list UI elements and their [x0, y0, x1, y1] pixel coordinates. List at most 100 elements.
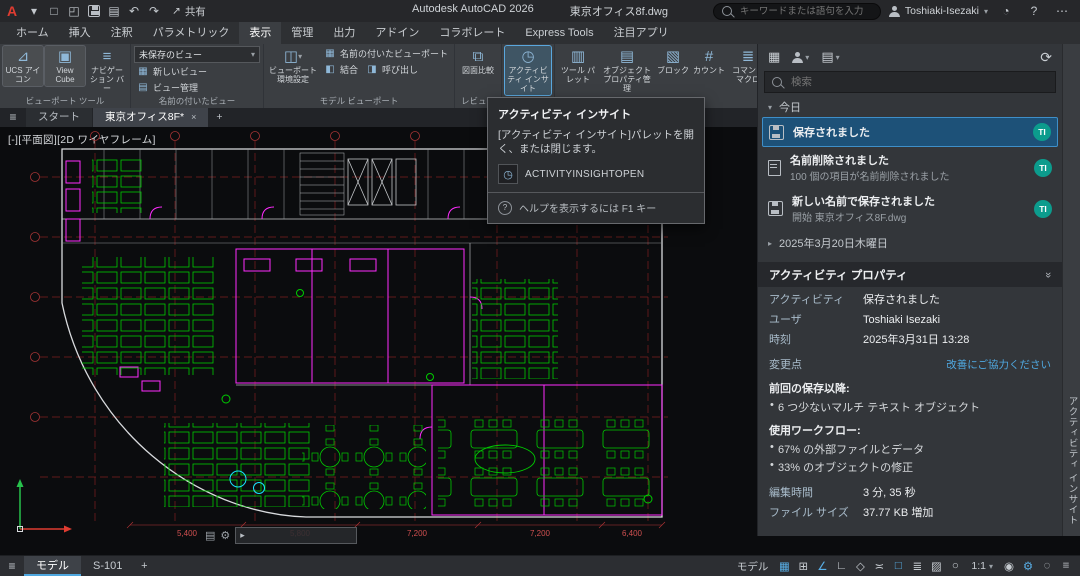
named-viewports-button[interactable]: ▦ 名前の付いたビューポート: [321, 46, 451, 61]
view-combo[interactable]: 未保存のビュー ▾: [134, 46, 260, 63]
svg-text:6,400: 6,400: [622, 529, 643, 538]
navigation-bar-button[interactable]: ≡ ナビゲーション バー: [87, 46, 127, 95]
isometric-drafting-icon[interactable]: ◇: [851, 556, 869, 576]
file-tab-document[interactable]: 東京オフィス8F* ×: [93, 108, 208, 127]
autocad-logo-icon[interactable]: A: [0, 0, 24, 22]
transparency-icon[interactable]: ▨: [927, 556, 945, 576]
object-snap-icon[interactable]: □: [889, 556, 907, 576]
blocks-palette-button[interactable]: ▧ ブロック: [656, 46, 690, 77]
activity-search-box[interactable]: [764, 71, 1056, 93]
restore-viewports-button[interactable]: ◨ 呼び出し: [363, 62, 421, 77]
isolate-objects-icon[interactable]: ◌: [1038, 556, 1056, 576]
tab-annotate[interactable]: 注釈: [101, 22, 143, 44]
annotation-scale-control[interactable]: 1:1 ▾: [965, 560, 999, 572]
activity-item-purged[interactable]: 名前削除されました 100 個の項目が名前削除されました TI: [758, 147, 1062, 188]
prop-user: ユーザ Toshiaki Isezaki: [758, 307, 1062, 327]
save-icon[interactable]: [84, 0, 104, 22]
redo-icon[interactable]: ↷: [144, 0, 164, 22]
panel-label-model-viewports[interactable]: モデル ビューポート: [267, 95, 451, 108]
drawing-compare-button[interactable]: ⧉ 図面比較: [458, 46, 498, 77]
command-customize-icon[interactable]: ▤: [205, 529, 215, 542]
plot-icon[interactable]: ▤: [104, 0, 124, 22]
undo-icon[interactable]: ↶: [124, 0, 144, 22]
new-drawing-tab-button[interactable]: +: [209, 108, 229, 127]
annotation-visibility-icon[interactable]: ◉: [1000, 556, 1018, 576]
tab-home[interactable]: ホーム: [6, 22, 59, 44]
model-space-indicator[interactable]: モデル: [731, 559, 775, 574]
named-viewports-icon: ▦: [324, 48, 336, 59]
tab-featured-apps[interactable]: 注目アプリ: [604, 22, 679, 44]
user-account-menu[interactable]: Toshiaki-Isezaki ▾: [889, 5, 988, 17]
viewport-configuration-button[interactable]: ◫▾ ビューポート環境設定: [267, 46, 319, 86]
customize-icon[interactable]: ≡: [1057, 556, 1075, 576]
new-file-icon[interactable]: □: [44, 0, 64, 22]
collapse-chevron-icon[interactable]: »: [1042, 271, 1054, 277]
object-snap-tracking-icon[interactable]: ≍: [870, 556, 888, 576]
polar-tracking-icon[interactable]: ∠: [813, 556, 831, 576]
workspace-switching-icon[interactable]: ⚙: [1019, 556, 1037, 576]
tab-view[interactable]: 表示: [239, 22, 281, 44]
group-date-collapsed[interactable]: ▸ 2025年3月20日木曜日: [758, 229, 1062, 257]
ucs-axes-icon: ⊿: [17, 47, 30, 67]
palette-title-strip[interactable]: アクティビティ インサイト: [1062, 44, 1080, 536]
help-search-input[interactable]: [738, 5, 874, 18]
viewcube-button[interactable]: ▣ View Cube: [45, 46, 85, 86]
activity-properties-header[interactable]: アクティビティ プロパティ »: [758, 262, 1062, 287]
tab-output[interactable]: 出力: [323, 22, 365, 44]
app-menu-caret-icon[interactable]: ▾: [24, 0, 44, 22]
help-search-box[interactable]: [713, 3, 881, 20]
group-today[interactable]: ▾ 今日: [758, 97, 1062, 117]
tab-manage[interactable]: 管理: [281, 22, 323, 44]
command-input-box[interactable]: ▸: [235, 527, 357, 544]
user-filter-icon[interactable]: ▾: [792, 52, 809, 63]
new-layout-button[interactable]: +: [134, 560, 154, 572]
palette-vertical-title: アクティビティ インサイト: [1065, 396, 1079, 526]
new-view-button[interactable]: ▦ 新しいビュー: [134, 64, 260, 79]
activity-item-saved[interactable]: 保存されました TI: [763, 118, 1057, 146]
share-button[interactable]: ↗ 共有: [164, 4, 214, 19]
tab-addins[interactable]: アドイン: [365, 22, 429, 44]
file-tab-start[interactable]: スタート: [26, 108, 92, 127]
panel-label-viewport-tools[interactable]: ビューポート ツール: [3, 95, 127, 108]
join-viewports-button[interactable]: ◧ 結合: [321, 62, 361, 77]
tab-express-tools[interactable]: Express Tools: [515, 22, 603, 44]
file-tabs-menu-icon[interactable]: ≡: [0, 108, 26, 127]
open-file-icon[interactable]: ◰: [64, 0, 84, 22]
close-icon[interactable]: ×: [191, 108, 196, 127]
grid-display-icon[interactable]: ▦: [775, 556, 793, 576]
layout-tab-model[interactable]: モデル: [24, 556, 81, 576]
window-options-icon[interactable]: ⋯: [1052, 0, 1072, 22]
selection-cycling-icon[interactable]: ○: [946, 556, 964, 576]
activity-insight-button[interactable]: ◷ アクティビティ インサイト: [505, 46, 551, 95]
list-view-icon[interactable]: ▤▾: [821, 49, 839, 65]
layout-tab-s101[interactable]: S-101: [81, 556, 134, 576]
tool-palettes-button[interactable]: ▥ ツール パレット: [558, 46, 598, 86]
svg-text:5,400: 5,400: [177, 529, 198, 538]
command-line[interactable]: ▤ ⚙ ▸: [205, 527, 357, 544]
help-icon: ?: [498, 201, 512, 215]
command-input[interactable]: [248, 529, 384, 542]
help-icon[interactable]: ?: [1024, 0, 1044, 22]
layout-menu-icon[interactable]: ≡: [0, 559, 24, 573]
activity-item-saveas[interactable]: 新しい名前で保存されました 開始 東京オフィス8F.dwg TI: [758, 188, 1062, 229]
view-manager-icon: ▤: [137, 82, 149, 93]
count-palette-button[interactable]: # カウント: [692, 46, 726, 77]
tab-insert[interactable]: 挿入: [59, 22, 101, 44]
feedback-link[interactable]: 改善にご協力ください: [946, 357, 1051, 372]
command-wrench-icon[interactable]: ⚙: [220, 529, 230, 542]
activity-table-icon[interactable]: ▦: [768, 49, 780, 65]
title-bar: A ▾ □ ◰ ▤ ↶ ↷ ↗ 共有 Autodesk AutoCAD 2026…: [0, 0, 1080, 22]
ortho-mode-icon[interactable]: ∟: [832, 556, 850, 576]
activity-search-input[interactable]: [789, 75, 1048, 89]
properties-palette-button[interactable]: ▤ オブジェクト プロパティ管理: [600, 46, 654, 95]
ucs-icon-button[interactable]: ⊿ UCS アイコン: [3, 46, 43, 86]
refresh-icon[interactable]: ⟳: [1040, 49, 1052, 66]
lineweight-icon[interactable]: ≣: [908, 556, 926, 576]
notification-icon[interactable]: ◔: [996, 0, 1016, 22]
ucs-axis-icon[interactable]: [14, 475, 74, 535]
view-manager-button[interactable]: ▤ ビュー管理: [134, 80, 260, 95]
snap-mode-icon[interactable]: ⊞: [794, 556, 812, 576]
tab-parametric[interactable]: パラメトリック: [143, 22, 240, 44]
tab-collaborate[interactable]: コラボレート: [429, 22, 515, 44]
panel-label-named-views[interactable]: 名前の付いたビュー: [134, 95, 260, 108]
